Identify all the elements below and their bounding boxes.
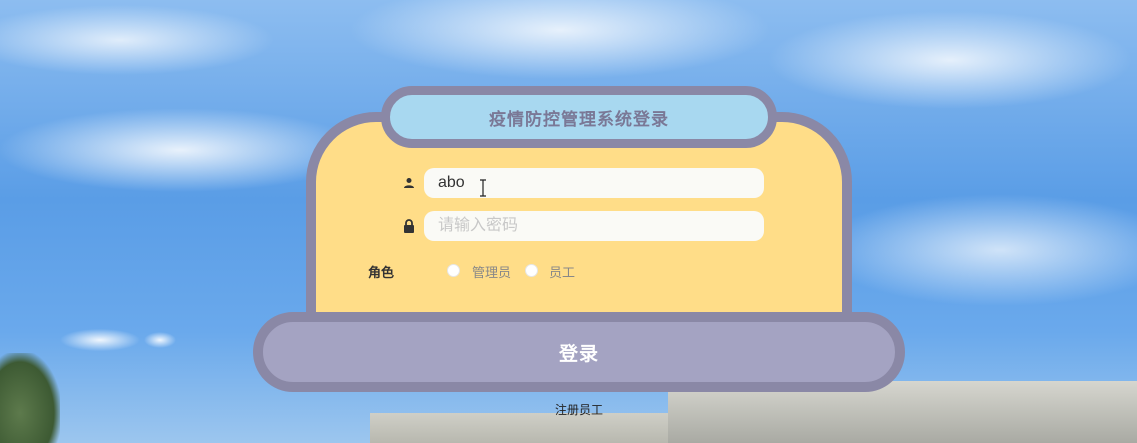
role-label: 角色 [368,266,395,281]
radio-employee[interactable] [525,264,538,277]
radio-admin-label[interactable]: 管理员 [472,262,511,281]
lock-icon [401,218,417,234]
login-button[interactable]: 登录 [253,312,905,392]
login-button-label: 登录 [558,342,599,365]
user-icon [401,175,417,191]
password-input[interactable] [424,211,764,241]
login-title-banner: 疫情防控管理系统登录 [381,86,777,148]
tree-background [0,353,60,443]
username-input[interactable] [424,168,764,198]
login-title: 疫情防控管理系统登录 [489,109,669,130]
building-background [370,413,670,443]
radio-employee-label[interactable]: 员工 [549,262,575,281]
radio-admin[interactable] [447,264,460,277]
register-employee-link[interactable]: 注册员工 [555,401,603,418]
text-cursor-icon [478,179,488,197]
